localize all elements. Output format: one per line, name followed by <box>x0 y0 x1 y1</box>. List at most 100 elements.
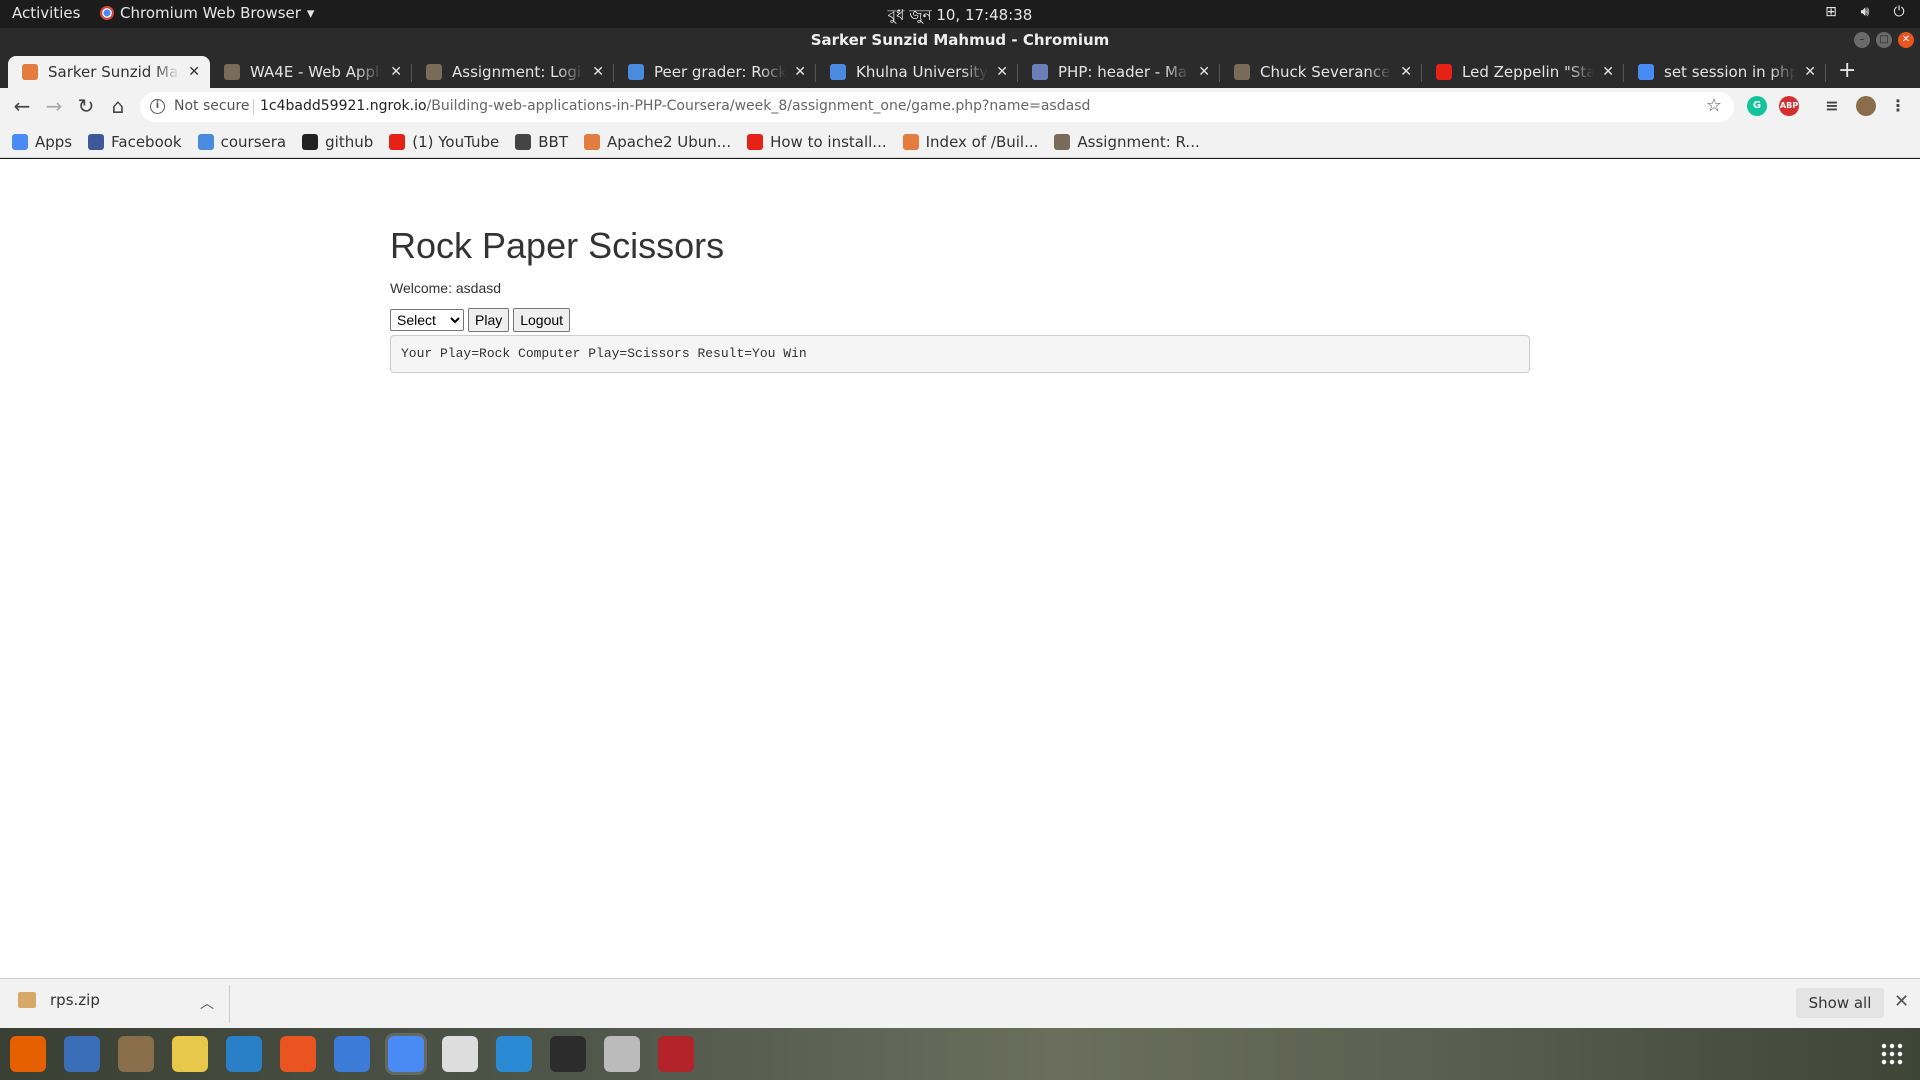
volume-icon[interactable]: 🔊︎ <box>1856 4 1874 20</box>
close-tab-icon[interactable]: ✕ <box>390 64 402 80</box>
adblock-plus-icon[interactable]: ABP <box>1779 96 1799 116</box>
help-icon[interactable] <box>334 1036 370 1072</box>
browser-toolbar: ← → ↻ ⌂ i Not secure 1c4badd59921.ngrok.… <box>0 88 1920 126</box>
close-tab-icon[interactable]: ✕ <box>1400 64 1412 80</box>
vscode-icon[interactable] <box>496 1036 532 1072</box>
thunderbird-icon[interactable] <box>64 1036 100 1072</box>
bookmark-item[interactable]: BBT <box>515 133 568 151</box>
screen-recorder-icon[interactable] <box>658 1036 694 1072</box>
address-bar[interactable]: i Not secure 1c4badd59921.ngrok.io/Build… <box>140 92 1734 122</box>
security-label[interactable]: Not secure <box>174 98 250 114</box>
power-icon[interactable]: ⏻ <box>1890 4 1908 20</box>
close-tab-icon[interactable]: ✕ <box>996 64 1008 80</box>
window-controls: – □ ✕ <box>1854 32 1914 48</box>
chevron-up-icon[interactable]: ︿ <box>200 993 214 1013</box>
close-tab-icon[interactable]: ✕ <box>794 64 806 80</box>
rhythmbox-icon[interactable] <box>172 1036 208 1072</box>
libreoffice-writer-icon[interactable] <box>226 1036 262 1072</box>
page-container: Rock Paper Scissors Welcome: asdasd Sele… <box>390 224 1530 373</box>
tab[interactable]: set session in php - Google ✕ <box>1624 56 1826 88</box>
url-text[interactable]: 1c4badd59921.ngrok.io/Building-web-appli… <box>260 98 1090 114</box>
bookmark-label: BBT <box>538 132 568 151</box>
html-icon <box>22 64 38 80</box>
human-play-select[interactable]: Select <box>390 309 464 331</box>
chuck-avatar-icon <box>224 64 240 80</box>
tab[interactable]: Led Zeppelin "Stairway ✕ <box>1422 56 1624 88</box>
profile-avatar[interactable] <box>1856 96 1876 116</box>
tab-label: Chuck Severance's Lectures <box>1260 63 1392 81</box>
close-shelf-icon[interactable]: ✕ <box>1894 991 1909 1012</box>
bookmark-item[interactable]: Index of /Buil... <box>902 133 1038 151</box>
play-button[interactable]: Play <box>468 308 510 332</box>
network-icon[interactable]: ⊞ <box>1822 4 1840 20</box>
tab-label: Peer grader: Rock Paper <box>654 63 787 81</box>
chuck-avatar-icon <box>1234 64 1250 80</box>
tab-label: PHP: header - Manual <box>1058 63 1190 81</box>
close-tab-icon[interactable]: ✕ <box>1198 64 1210 80</box>
tab[interactable]: Sarker Sunzid Mahmud ✕ <box>8 56 210 88</box>
bookmark-item[interactable]: Assignment: R... <box>1054 133 1200 151</box>
tab-label: WA4E - Web Applications <box>250 63 383 81</box>
system-monitor-icon[interactable] <box>442 1036 478 1072</box>
reload-icon[interactable]: ↻ <box>74 94 98 118</box>
tab[interactable]: Peer grader: Rock Paper ✕ <box>614 56 816 88</box>
bookmark-item[interactable]: (1) YouTube <box>389 133 499 151</box>
youtube-icon <box>747 133 764 150</box>
apps-grid-icon <box>12 133 28 150</box>
html-icon <box>902 133 919 150</box>
back-icon[interactable]: ← <box>10 94 34 118</box>
page-title: Rock Paper Scissors <box>390 225 725 266</box>
tab[interactable]: Chuck Severance's Lectures ✕ <box>1220 56 1422 88</box>
home-icon[interactable]: ⌂ <box>106 94 130 118</box>
show-all-button[interactable]: Show all <box>1796 988 1884 1018</box>
bookmark-star-icon[interactable]: ☆ <box>1706 95 1722 116</box>
download-item[interactable]: rps.zip <box>18 991 100 1009</box>
ubuntu-dock <box>0 1028 1920 1080</box>
google-icon <box>1638 64 1654 80</box>
firefox-icon[interactable] <box>10 1036 46 1072</box>
grammarly-icon[interactable]: G <box>1747 96 1767 116</box>
download-shelf: rps.zip ︿ Show all ✕ <box>0 978 1920 1028</box>
chromium-icon[interactable] <box>388 1036 424 1072</box>
media-queue-icon[interactable]: ≡ <box>1822 96 1842 116</box>
forward-icon[interactable]: → <box>42 94 66 118</box>
maximize-icon[interactable]: □ <box>1876 32 1892 48</box>
bookmark-label: github <box>325 132 374 151</box>
files-icon[interactable] <box>118 1036 154 1072</box>
tab[interactable]: Assignment: Login and ✕ <box>412 56 614 88</box>
new-tab-button[interactable]: + <box>1838 58 1856 83</box>
menu-kebab-icon[interactable]: ⋮ <box>1888 96 1908 116</box>
bookmark-item[interactable]: Apache2 Ubun... <box>584 133 731 151</box>
tab[interactable]: PHP: header - Manual ✕ <box>1018 56 1220 88</box>
clock[interactable]: বুধ জুন 10, 17:48:38 <box>0 4 1920 29</box>
tab[interactable]: Khulna University of ✕ <box>816 56 1018 88</box>
settings-icon[interactable] <box>604 1036 640 1072</box>
youtube-icon <box>1436 64 1452 80</box>
terminal-icon[interactable] <box>550 1036 586 1072</box>
bookmark-label: Apache2 Ubun... <box>607 132 732 151</box>
bookmark-item[interactable]: Facebook <box>88 133 182 151</box>
close-tab-icon[interactable]: ✕ <box>1804 64 1816 80</box>
bookmark-item[interactable]: coursera <box>197 133 286 151</box>
tab-label: Assignment: Login and <box>452 63 584 81</box>
welcome-text: Welcome: asdasd <box>390 280 502 296</box>
bookmarks-bar: Apps Facebook coursera github (1) YouTube BBT… <box>0 126 1920 158</box>
system-tray[interactable]: ⊞ 🔊︎ ⏻ <box>1822 4 1908 20</box>
close-window-icon[interactable]: ✕ <box>1898 32 1914 48</box>
bookmark-item[interactable]: How to install... <box>747 133 887 151</box>
coursera-icon <box>830 64 846 80</box>
minimize-icon[interactable]: – <box>1854 32 1870 48</box>
bookmark-item[interactable]: github <box>302 133 373 151</box>
close-tab-icon[interactable]: ✕ <box>592 64 604 80</box>
logout-button[interactable]: Logout <box>513 308 571 332</box>
show-applications-icon[interactable] <box>1880 1042 1904 1066</box>
software-center-icon[interactable] <box>280 1036 316 1072</box>
close-tab-icon[interactable]: ✕ <box>188 64 200 80</box>
info-icon[interactable]: i <box>150 99 165 114</box>
bookmark-item[interactable]: Apps <box>12 133 72 151</box>
close-tab-icon[interactable]: ✕ <box>1602 64 1614 80</box>
result-output: Your Play=Rock Computer Play=Scissors Re… <box>390 335 1530 373</box>
tab[interactable]: WA4E - Web Applications ✕ <box>210 56 412 88</box>
coursera-icon <box>197 133 214 150</box>
zip-file-icon <box>18 992 36 1008</box>
